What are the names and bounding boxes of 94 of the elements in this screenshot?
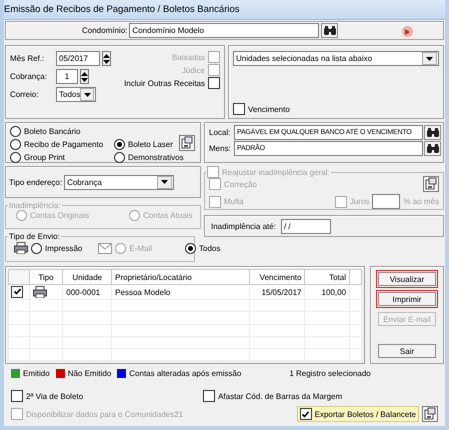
action-button[interactable]: Sair <box>378 344 436 358</box>
window-title: Emissão de Recibos de Pagamento / Boletos Bancários <box>4 4 240 15</box>
radio-label: Contas Originais <box>30 211 90 220</box>
checkbox-label: Disponibilizar dados para o Comunidades21 <box>26 410 183 418</box>
field-label: Local: <box>209 128 232 137</box>
spin-button[interactable] <box>80 69 89 84</box>
search-button[interactable] <box>424 141 441 156</box>
radio-label: Todos <box>199 244 220 252</box>
action-button[interactable]: Imprimir <box>378 292 436 306</box>
column-header[interactable]: Vencimento <box>250 270 305 285</box>
field-label: Condomínio: <box>82 26 128 35</box>
input-field[interactable]: Condomínio Modelo <box>129 23 320 38</box>
properties-icon <box>423 176 439 192</box>
checkbox-label: 2ª Via de Boleto <box>26 392 84 400</box>
input-field[interactable] <box>372 194 400 209</box>
radio-label: Demonstrativos <box>128 153 184 162</box>
binoculars-icon <box>426 127 440 138</box>
checkbox[interactable] <box>208 77 220 89</box>
legend-label: Não Emitido <box>68 369 112 378</box>
table-cell: 15/05/2017 <box>250 284 305 300</box>
checkbox-label: Vencimento <box>248 104 290 114</box>
radio-label: Contas Atuais <box>143 211 193 220</box>
dropdown[interactable]: Cobrança <box>64 174 174 190</box>
radio-label: E-Mail <box>129 244 152 252</box>
date-field[interactable]: / / <box>280 218 331 234</box>
radio-label: Boleto Bancário <box>24 127 80 136</box>
action-button[interactable]: Visualizar <box>378 272 436 286</box>
radio-label: Impressão <box>45 244 82 252</box>
export-option[interactable]: Exportar Boletos / Balancete <box>296 406 419 422</box>
table-cell: 000-0001 <box>62 284 112 300</box>
radio-button[interactable] <box>10 139 21 150</box>
checkbox-label: Exportar Boletos / Balancete <box>314 410 416 418</box>
radio-button[interactable] <box>10 126 21 137</box>
printer-icon <box>14 242 28 254</box>
radio-button[interactable] <box>10 152 21 163</box>
settings-button[interactable] <box>179 135 195 151</box>
checkbox-label: Júdice <box>182 66 205 74</box>
caret-icon <box>426 56 433 60</box>
checkbox-label: Reajustar inadimplência geral: <box>222 168 330 176</box>
settings-button[interactable] <box>423 176 439 192</box>
radio-label: Group Print <box>24 153 65 162</box>
radio-label: Recibo de Pagamento <box>24 140 104 149</box>
printer-icon <box>32 286 47 298</box>
field-label: Correio: <box>10 90 40 99</box>
group-title: Tipo de Envio: <box>9 232 60 241</box>
checkbox-label: Juros <box>350 197 370 206</box>
checkbox-label: Baixadas <box>172 52 205 62</box>
dropdown[interactable]: Unidades selecionadas na lista abaixo <box>233 51 439 66</box>
field-label: Mês Ref.: <box>10 54 46 63</box>
column-header[interactable]: Unidade <box>62 270 112 285</box>
search-button[interactable] <box>424 125 441 140</box>
checkbox[interactable] <box>203 390 216 402</box>
spin-button[interactable] <box>102 51 111 66</box>
checkbox[interactable] <box>300 408 312 420</box>
record-count: 1 Registro selecionado <box>289 369 371 378</box>
group-title: Inadimplência: <box>9 201 61 210</box>
field-label: Mens: <box>209 144 232 153</box>
checkbox[interactable] <box>11 390 23 402</box>
caret-icon <box>84 92 91 96</box>
radio-button[interactable] <box>114 152 125 163</box>
radio-button[interactable] <box>185 242 196 254</box>
properties-icon <box>422 406 438 422</box>
unit-label: % ao mês <box>403 197 439 206</box>
dropdown[interactable]: Todos <box>56 87 96 102</box>
play-button[interactable] <box>402 26 413 37</box>
radio-label: Boleto Laser <box>128 140 173 149</box>
field-label: Tipo endereço: <box>9 178 62 186</box>
column-header[interactable]: Total <box>304 270 350 285</box>
checkbox-label: Afastar Cód. de Barras da Margem <box>218 392 342 400</box>
properties-icon <box>179 135 195 151</box>
table-cell: Pessoa Modelo <box>112 284 250 300</box>
legend-label: Emitido <box>23 369 50 378</box>
search-button[interactable] <box>321 23 338 38</box>
table-cell: 100,00 <box>304 284 350 300</box>
radio-button[interactable] <box>114 139 125 150</box>
checkbox-label: Multa <box>224 197 244 206</box>
settings-button[interactable] <box>422 406 438 422</box>
column-header[interactable]: Tipo <box>29 270 63 285</box>
checkbox[interactable] <box>233 103 245 115</box>
binoculars-icon <box>426 143 440 154</box>
caret-icon <box>161 180 168 184</box>
legend-label: Contas alteradas após emissão <box>129 369 242 378</box>
field-label: Inadimplência até: <box>211 222 276 230</box>
field-label: Cobrança: <box>10 72 48 81</box>
column-header[interactable]: Proprietário/Locatário <box>112 270 250 285</box>
radio-button[interactable] <box>31 242 42 254</box>
checkbox[interactable] <box>11 286 23 298</box>
checkbox-label: Correção <box>224 180 257 188</box>
input-field[interactable]: 1 <box>56 69 78 84</box>
checkbox-label: Incluir Outras Receitas <box>124 78 205 88</box>
envelope-icon <box>98 242 112 254</box>
input-field[interactable]: 05/2017 <box>56 51 100 66</box>
play-icon <box>405 28 410 34</box>
binoculars-icon <box>322 25 337 36</box>
